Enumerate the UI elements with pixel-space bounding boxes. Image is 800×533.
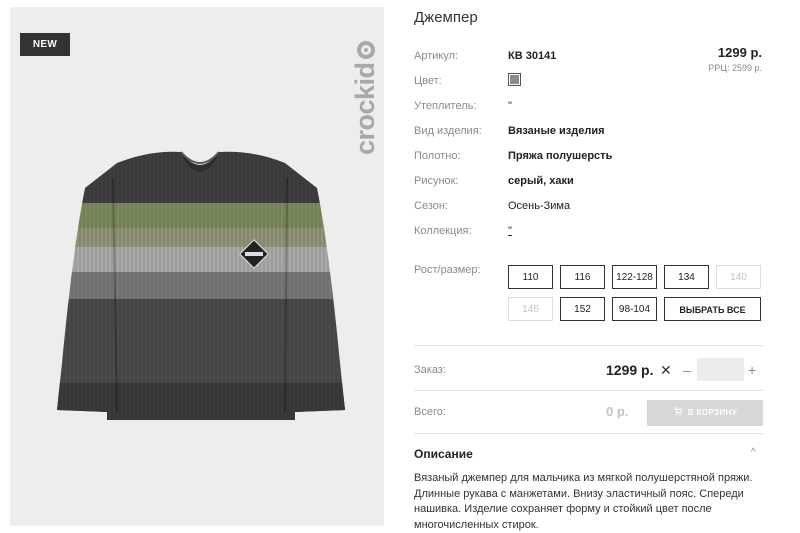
total-value: 0 р. [606,404,629,419]
spec-label: Коллекция: [414,225,472,237]
brand-circle-icon [356,41,375,60]
chevron-up-icon[interactable]: ^ [751,447,756,458]
size-option[interactable]: 98-104 [612,297,657,321]
product-image-panel: NEW crockid [10,7,384,526]
size-option[interactable]: 110 [508,265,553,289]
spec-label: Артикул: [414,50,459,62]
divider [414,390,763,391]
spec-label: Сезон: [414,200,448,212]
size-option[interactable]: 122-128 [612,265,657,289]
brand-logo: crockid [350,41,381,155]
divider [414,433,763,434]
product-price: 1299 р. [717,45,762,60]
size-option[interactable]: 116 [560,265,605,289]
add-to-cart-label: В КОРЗИНУ [687,408,738,417]
quantity-plus-button[interactable]: + [748,362,756,378]
collection-link[interactable]: " [508,225,512,237]
spec-value: Вязаные изделия [508,125,605,137]
product-title: Джемпер [414,9,478,26]
size-option-disabled: 146 [508,297,553,321]
spec-value: КВ 30141 [508,50,557,62]
cart-icon [673,407,683,416]
order-label: Заказ: [414,364,446,376]
quantity-input[interactable] [697,358,744,381]
description-text: Вязаный джемпер для мальчика из мягкой п… [414,472,753,531]
product-rrp: РРЦ: 2599 р. [708,63,762,73]
brand-name: crockid [350,62,380,155]
quantity-minus-button[interactable]: – [683,362,691,378]
spec-value: серый, хаки [508,175,574,187]
spec-label: Полотно: [414,150,461,162]
size-option-disabled: 140 [716,265,761,289]
spec-label: Вид изделия: [414,125,482,137]
description-title[interactable]: Описание [414,447,473,461]
multiply-icon: ✕ [660,362,672,378]
spec-value: Пряжа полушерсть [508,150,613,162]
product-image [57,151,345,420]
size-label: Рост/размер: [414,264,481,276]
color-swatch[interactable] [508,73,521,86]
new-badge: NEW [20,33,70,56]
spec-label: Рисунок: [414,175,459,187]
size-option[interactable]: 152 [560,297,605,321]
total-label: Всего: [414,406,446,418]
spec-label: Утеплитель: [414,100,477,112]
size-option[interactable]: 134 [664,265,709,289]
add-to-cart-button[interactable]: В КОРЗИНУ [647,400,763,426]
order-price: 1299 р. [606,362,654,378]
spec-label: Цвет: [414,75,442,87]
select-all-sizes-button[interactable]: ВЫБРАТЬ ВСЕ [664,297,761,321]
spec-value: Осень-Зима [508,200,571,212]
spec-value: " [508,100,512,112]
divider [414,345,763,346]
